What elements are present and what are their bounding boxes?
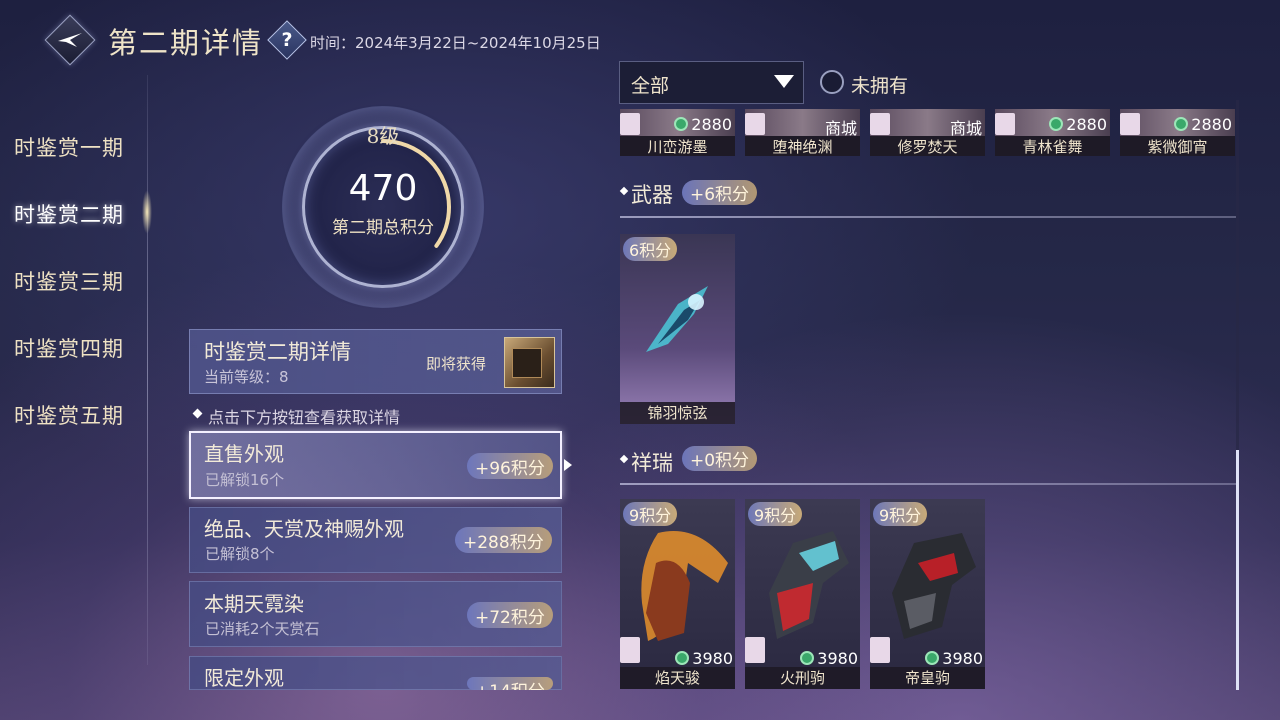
- scrollbar-thumb[interactable]: [1236, 450, 1239, 690]
- category-points-badge: +96积分: [467, 453, 553, 479]
- category-points-badge: +288积分: [455, 527, 552, 553]
- back-logo-icon: [52, 22, 88, 58]
- weapon-name: 锦羽惊弦: [620, 402, 735, 424]
- total-points-label: 第二期总积分: [332, 218, 434, 238]
- outfit-card[interactable]: 2880 青林雀舞: [995, 109, 1110, 156]
- mount-card[interactable]: 9积分 3980 火刑驹: [745, 499, 860, 689]
- category-title: 本期天霓染: [204, 592, 304, 616]
- price: 3980: [925, 649, 983, 668]
- section-title-weapon: 武器: [631, 183, 673, 207]
- price: 3980: [800, 649, 858, 668]
- nav-item-period-4[interactable]: 时鉴赏四期: [14, 333, 124, 363]
- outfit-card[interactable]: 2880 川峦游墨: [620, 109, 735, 156]
- outfit-name: 堕神绝渊: [745, 136, 860, 156]
- category-sub: 已解锁8个: [205, 545, 275, 563]
- mount-art: [641, 531, 728, 641]
- lock-icon: [620, 113, 640, 135]
- section-points-badge: +0积分: [682, 446, 758, 471]
- mount-name: 焰天骏: [620, 667, 735, 689]
- lock-icon: [745, 113, 765, 135]
- help-icon: ?: [281, 29, 293, 51]
- outfit-card[interactable]: 商城 修罗焚天: [870, 109, 985, 156]
- lock-icon: [745, 637, 765, 663]
- filter-selected: 全部: [631, 75, 670, 97]
- lock-icon: [995, 113, 1015, 135]
- price: 2880: [1049, 115, 1107, 134]
- price: 3980: [675, 649, 733, 668]
- outfit-name: 修罗焚天: [870, 136, 985, 156]
- outfit-card[interactable]: 2880 紫微御宵: [1120, 109, 1235, 156]
- lock-icon: [1120, 113, 1140, 135]
- price: 2880: [1174, 115, 1232, 134]
- dropdown-caret-icon: [774, 75, 794, 88]
- page-title: 第二期详情: [108, 26, 264, 60]
- mount-name: 火刑驹: [745, 667, 860, 689]
- outfit-name: 川峦游墨: [620, 136, 735, 156]
- current-level: 当前等级：8: [204, 368, 289, 386]
- nav-item-period-1[interactable]: 时鉴赏一期: [14, 132, 124, 162]
- lock-icon: [870, 113, 890, 135]
- nav-item-period-3[interactable]: 时鉴赏三期: [14, 266, 124, 296]
- weapon-card[interactable]: 6积分 锦羽惊弦: [620, 234, 735, 424]
- category-title: 直售外观: [204, 442, 284, 466]
- nav-item-period-2[interactable]: 时鉴赏二期: [14, 199, 124, 229]
- category-points-badge: +72积分: [467, 602, 553, 628]
- section-divider: [620, 483, 1236, 485]
- outfit-name: 青林雀舞: [995, 136, 1110, 156]
- mount-name: 帝皇驹: [870, 667, 985, 689]
- category-points-badge: +14积分: [467, 677, 553, 690]
- nav-divider: [147, 75, 148, 665]
- category-title: 限定外观: [204, 666, 284, 690]
- coming-soon-label: 即将获得: [426, 355, 487, 373]
- jade-coin-icon: [674, 117, 689, 131]
- category-sub: 已消耗2个天赏石: [205, 620, 320, 638]
- level-label: 8级: [366, 124, 400, 148]
- nav-active-glow: [142, 190, 152, 234]
- outfit-name: 紫微御宵: [1120, 136, 1235, 156]
- points-badge: 6积分: [623, 237, 678, 261]
- nav-item-period-5[interactable]: 时鉴赏五期: [14, 400, 124, 430]
- category-sub: 已解锁16个: [205, 471, 285, 489]
- section-divider: [620, 216, 1236, 218]
- jade-coin-icon: [1174, 117, 1189, 131]
- total-points: 470: [348, 168, 418, 209]
- jade-coin-icon: [1049, 117, 1064, 131]
- category-arrow-icon: [564, 459, 572, 471]
- outfit-card[interactable]: 商城 堕神绝渊: [745, 109, 860, 156]
- detail-title: 时鉴赏二期详情: [204, 340, 351, 364]
- period-text: 时间：2024年3月22日~2024年10月25日: [310, 34, 601, 52]
- jade-coin-icon: [925, 651, 940, 665]
- hint-text: 点击下方按钮查看获取详情: [208, 408, 401, 427]
- section-bullet-icon: [619, 186, 629, 196]
- jade-coin-icon: [800, 651, 815, 665]
- reward-chest-icon: [512, 348, 542, 378]
- jade-coin-icon: [675, 651, 690, 665]
- category-title: 绝品、天赏及神赐外观: [204, 517, 404, 541]
- weapon-art: [646, 286, 708, 352]
- hint-bullet-icon: [192, 408, 203, 419]
- lock-icon: [620, 637, 640, 663]
- section-bullet-icon: [619, 454, 629, 464]
- price: 2880: [674, 115, 732, 134]
- mount-card[interactable]: 9积分 3980 焰天骏: [620, 499, 735, 689]
- mount-card[interactable]: 9积分 3980 帝皇驹: [870, 499, 985, 689]
- section-title-mount: 祥瑞: [631, 451, 673, 475]
- mount-art: [892, 533, 976, 639]
- section-points-badge: +6积分: [682, 180, 758, 205]
- not-owned-radio[interactable]: [820, 70, 844, 94]
- not-owned-label: 未拥有: [851, 75, 909, 97]
- mount-art: [769, 531, 849, 639]
- lock-icon: [870, 637, 890, 663]
